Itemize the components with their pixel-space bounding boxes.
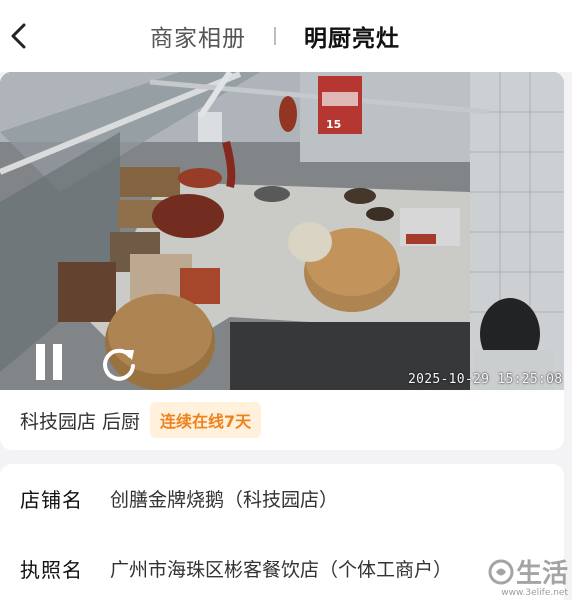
tab-merchant-album[interactable]: 商家相册 (150, 19, 246, 53)
tab-bar: 商家相册 明厨亮灶 (150, 18, 400, 54)
tab-open-kitchen[interactable]: 明厨亮灶 (304, 19, 400, 53)
store-name-value: 创膳金牌烧鹅（科技园店） (110, 489, 339, 511)
store-name-row: 店铺名 创膳金牌烧鹅（科技园店） (20, 484, 338, 513)
site-watermark: 生活 www.3elife.net (488, 553, 568, 598)
pause-button[interactable] (34, 344, 64, 380)
tab-separator (274, 27, 276, 45)
back-button[interactable] (4, 16, 34, 56)
camera-location-bar: 科技园店 后厨 连续在线7天 (0, 390, 564, 450)
watermark-emblem-icon (488, 559, 514, 584)
kitchen-live-video[interactable]: 15 (0, 72, 564, 390)
merchant-info-card: 店铺名 创膳金牌烧鹅（科技园店） 执照名 广州市海珠区彬客餐饮店（个体工商户） (0, 464, 564, 600)
license-name-label: 执照名 (20, 558, 83, 582)
watermark-url: www.3elife.net (501, 588, 568, 598)
refresh-icon (103, 348, 135, 381)
store-name-label: 店铺名 (20, 488, 83, 512)
camera-location-name: 科技园店 后厨 (20, 410, 141, 433)
kitchen-camera-frame: 15 (0, 72, 564, 390)
pause-icon-bar (53, 344, 62, 380)
online-status-badge: 连续在线7天 (150, 402, 262, 438)
license-name-value: 广州市海珠区彬客餐饮店（个体工商户） (110, 559, 453, 581)
watermark-logo: 生活 (488, 553, 568, 590)
pause-icon (36, 344, 45, 380)
license-name-row: 执照名 广州市海珠区彬客餐饮店（个体工商户） (20, 554, 452, 583)
watermark-brand: 生活 (515, 559, 568, 589)
chevron-left-icon (11, 23, 26, 49)
refresh-button[interactable] (100, 344, 138, 382)
wall-sign-text: 15 (326, 118, 341, 131)
video-timestamp: 2025-10-29 15:25:08 (408, 372, 563, 387)
top-navigation-bar: 商家相册 明厨亮灶 (0, 0, 572, 72)
